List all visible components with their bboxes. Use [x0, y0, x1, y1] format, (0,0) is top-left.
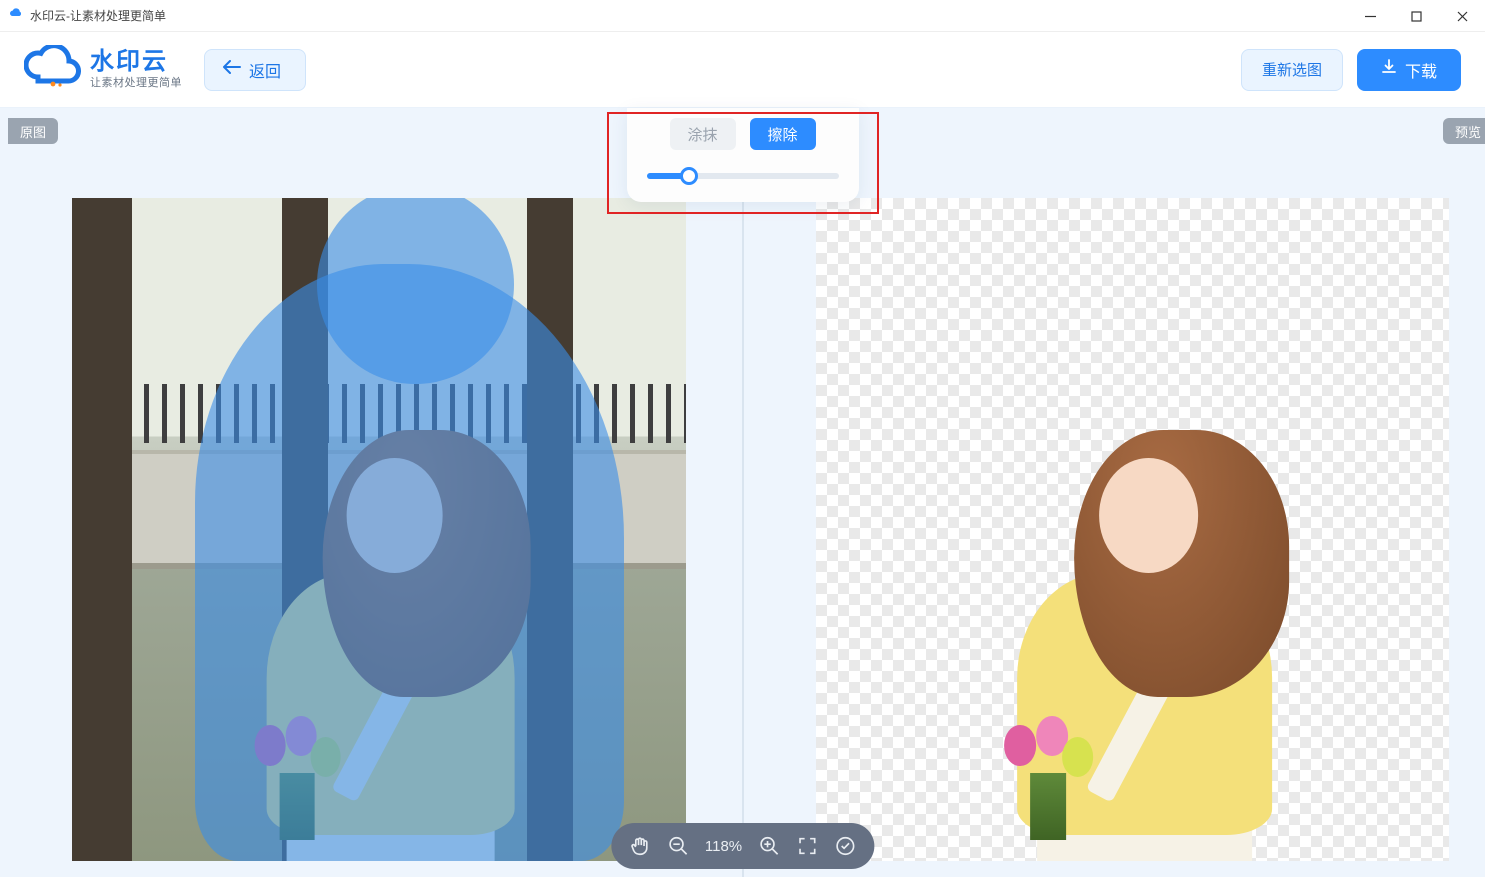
title-bar: 水印云-让素材处理更简单: [0, 0, 1485, 32]
zoom-in-button[interactable]: [758, 835, 780, 857]
back-button[interactable]: 返回: [204, 49, 306, 91]
download-button-label: 下载: [1405, 58, 1437, 82]
reselect-button-label: 重新选图: [1262, 59, 1322, 80]
zoom-level: 118%: [705, 838, 742, 855]
fit-screen-button[interactable]: [796, 835, 818, 857]
logo-subtitle: 让素材处理更简单: [90, 74, 182, 90]
brush-size-slider[interactable]: [647, 166, 839, 186]
download-button[interactable]: 下载: [1357, 49, 1461, 91]
back-button-label: 返回: [249, 58, 281, 82]
maximize-button[interactable]: [1393, 0, 1439, 32]
preview-tag-label: 预览: [1455, 122, 1481, 141]
tab-erase[interactable]: 擦除: [750, 118, 816, 150]
original-tag-label: 原图: [20, 122, 46, 141]
slider-thumb[interactable]: [680, 167, 698, 185]
minimize-button[interactable]: [1347, 0, 1393, 32]
title-bar-left: 水印云-让素材处理更简单: [8, 6, 166, 25]
window-title: 水印云-让素材处理更简单: [30, 7, 166, 24]
tab-paint-label: 涂抹: [687, 124, 717, 145]
original-tag: 原图: [8, 118, 58, 144]
preview-tag: 预览: [1443, 118, 1485, 144]
result-panel[interactable]: [744, 108, 1485, 877]
app-icon: [8, 6, 24, 25]
zoom-out-button[interactable]: [667, 835, 689, 857]
download-icon: [1381, 59, 1397, 80]
original-panel[interactable]: [0, 108, 742, 877]
original-image[interactable]: [72, 198, 686, 861]
viewer-toolbar: 118%: [611, 823, 874, 869]
logo-title: 水印云: [90, 49, 182, 74]
workspace: 原图 预览: [0, 108, 1485, 877]
tab-paint[interactable]: 涂抹: [670, 118, 736, 150]
app-header: 水印云 让素材处理更简单 返回 重新选图 下载: [0, 32, 1485, 108]
pan-tool-button[interactable]: [629, 835, 651, 857]
result-image[interactable]: [816, 198, 1450, 861]
logo-icon: [24, 45, 82, 94]
close-button[interactable]: [1439, 0, 1485, 32]
confirm-button[interactable]: [834, 835, 856, 857]
tab-erase-label: 擦除: [767, 124, 797, 145]
compare-panels: [0, 108, 1485, 877]
window-controls: [1347, 0, 1485, 31]
app-logo: 水印云 让素材处理更简单: [24, 45, 182, 94]
brush-tool-panel: 涂抹 擦除: [627, 108, 859, 202]
selection-mask: [72, 198, 686, 861]
arrow-left-icon: [223, 60, 241, 79]
reselect-button[interactable]: 重新选图: [1241, 49, 1343, 91]
